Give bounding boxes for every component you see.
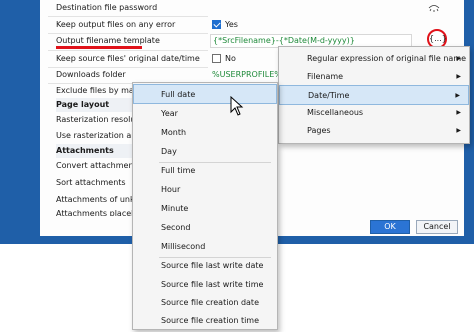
destination-password-label: Destination file password — [56, 3, 158, 12]
cancel-button[interactable]: Cancel — [416, 220, 458, 234]
submenu-item-hour[interactable]: Hour — [133, 180, 277, 200]
submenu-item-day[interactable]: Day — [133, 142, 277, 162]
keep-source-date-checkbox[interactable] — [212, 54, 221, 63]
submenu-item-full-time[interactable]: Full time — [133, 161, 277, 181]
submenu-item-creation-date[interactable]: Source file creation date — [133, 293, 277, 313]
menu-item-pages[interactable]: Pages ▶ — [279, 121, 469, 141]
submenu-item-month[interactable]: Month — [133, 123, 277, 143]
downloads-folder-label: Downloads folder — [56, 70, 126, 79]
menu-item-label: Date/Time — [308, 91, 350, 100]
submenu-item-creation-time[interactable]: Source file creation time — [133, 311, 277, 331]
keep-source-date-value: No — [225, 54, 236, 63]
downloads-folder-value[interactable]: %USERPROFILE%\D — [212, 67, 282, 83]
show-password-icon[interactable] — [428, 4, 440, 12]
submenu-item-last-write-time[interactable]: Source file last write time — [133, 275, 277, 295]
window-left-border — [0, 0, 40, 244]
menu-item-label: Pages — [307, 126, 331, 135]
submenu-arrow-icon: ▶ — [456, 73, 461, 80]
submenu-arrow-icon: ▶ — [456, 127, 461, 134]
submenu-item-millisecond[interactable]: Millisecond — [133, 237, 277, 257]
submenu-item-second[interactable]: Second — [133, 218, 277, 238]
submenu-arrow-icon: ▶ — [456, 55, 461, 62]
submenu-item-full-date[interactable]: Full date — [133, 84, 277, 104]
menu-item-label: Miscellaneous — [307, 108, 364, 117]
menu-item-filename[interactable]: Filename ▶ — [279, 67, 469, 87]
menu-item-label: Filename — [307, 72, 344, 81]
menu-item-datetime[interactable]: Date/Time ▶ — [279, 85, 469, 105]
annotation-underline — [56, 46, 142, 49]
menu-item-regex[interactable]: Regular expression of original file name… — [279, 49, 469, 69]
mouse-cursor-icon — [230, 96, 244, 116]
submenu-item-last-write-date[interactable]: Source file last write date — [133, 256, 277, 276]
keep-output-files-checkbox[interactable] — [212, 20, 221, 29]
submenu-item-year[interactable]: Year — [133, 104, 277, 124]
submenu-item-minute[interactable]: Minute — [133, 199, 277, 219]
submenu-arrow-icon: ▶ — [456, 109, 461, 116]
menu-item-label: Regular expression of original file name — [307, 54, 467, 63]
menu-item-miscellaneous[interactable]: Miscellaneous ▶ — [279, 103, 469, 123]
datetime-submenu: Full date Year Month Day Full time Hour … — [132, 82, 278, 330]
keep-source-date-label: Keep source files' original date/time — [56, 54, 200, 63]
ok-button[interactable]: OK — [370, 220, 410, 234]
macro-context-menu: Regular expression of original file name… — [278, 46, 470, 144]
keep-output-files-label: Keep output files on any error — [56, 20, 176, 29]
keep-output-files-value: Yes — [225, 20, 238, 29]
